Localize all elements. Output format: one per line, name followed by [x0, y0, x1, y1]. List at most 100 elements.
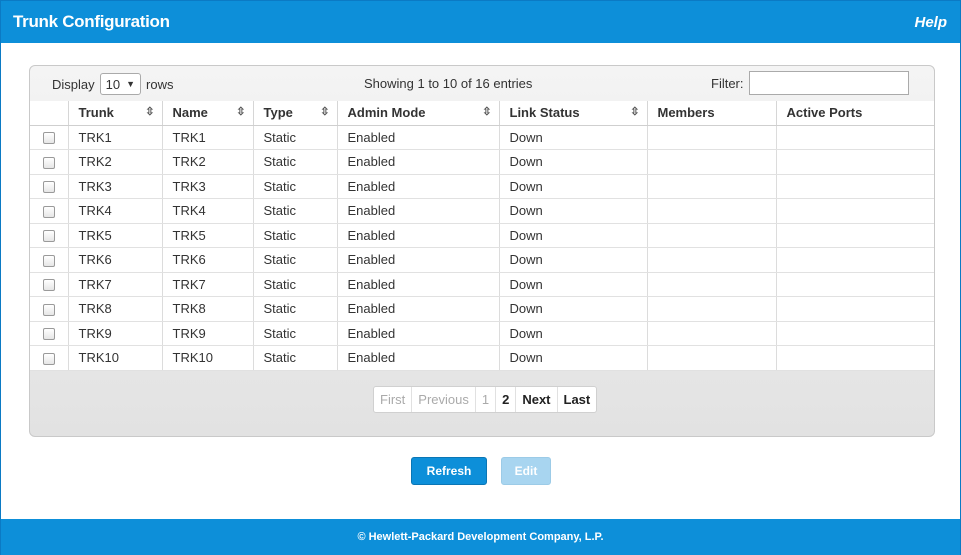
row-select-cell [30, 125, 69, 150]
cell-name: TRK2 [162, 149, 254, 175]
cell-active-ports [776, 198, 934, 224]
cell-link-status: Down [499, 125, 648, 150]
cell-members [647, 321, 777, 346]
column-header-trunk[interactable]: Trunk ⇳ [68, 101, 163, 126]
sort-icon: ⇳ [482, 106, 492, 118]
cell-name: TRK5 [162, 223, 254, 248]
cell-members [647, 149, 777, 175]
entries-info: Showing 1 to 10 of 16 entries [364, 76, 533, 91]
table-row[interactable]: TRK8 TRK8 Static Enabled Down [30, 296, 934, 322]
row-select-cell [30, 247, 69, 273]
table-row[interactable]: TRK6 TRK6 Static Enabled Down [30, 247, 934, 273]
cell-type: Static [253, 272, 338, 297]
title-bar: Trunk Configuration Help [1, 1, 960, 43]
page-title: Trunk Configuration [13, 12, 170, 31]
cell-trunk: TRK3 [68, 174, 163, 199]
cell-active-ports [776, 345, 934, 371]
row-checkbox[interactable] [42, 230, 55, 243]
cell-type: Static [253, 321, 338, 346]
trunk-table-panel: Display 10 ▼ rows Showing 1 to 10 of 16 … [29, 65, 935, 437]
cell-trunk: TRK10 [68, 345, 163, 371]
cell-type: Static [253, 223, 338, 248]
edit-button: Edit [501, 457, 551, 485]
cell-name: TRK3 [162, 174, 254, 199]
main-content: Display 10 ▼ rows Showing 1 to 10 of 16 … [1, 43, 960, 519]
sort-icon: ⇳ [320, 106, 330, 118]
column-header-link-status[interactable]: Link Status ⇳ [499, 101, 648, 126]
cell-members [647, 125, 777, 150]
table-header-row: Trunk ⇳ Name ⇳ Type ⇳ Admin Mode ⇳ Link Stat… [30, 101, 934, 126]
pagination: First Previous 1 2 Next Last [373, 386, 598, 413]
cell-link-status: Down [499, 198, 648, 224]
filter-input[interactable] [748, 71, 909, 95]
cell-type: Static [253, 296, 338, 322]
cell-name: TRK7 [162, 272, 254, 297]
row-select-cell [30, 272, 69, 297]
table-row[interactable]: TRK2 TRK2 Static Enabled Down [30, 149, 934, 175]
table-row[interactable]: TRK1 TRK1 Static Enabled Down [30, 125, 934, 150]
trunk-configuration-window: Trunk Configuration Help Display 10 ▼ ro… [0, 0, 961, 555]
cell-admin-mode: Enabled [337, 223, 500, 248]
row-checkbox[interactable] [42, 328, 55, 341]
cell-type: Static [253, 174, 338, 199]
cell-members [647, 198, 777, 224]
cell-active-ports [776, 272, 934, 297]
cell-active-ports [776, 247, 934, 273]
cell-name: TRK1 [162, 125, 254, 150]
column-header-type[interactable]: Type ⇳ [253, 101, 338, 126]
refresh-button[interactable]: Refresh [411, 457, 487, 485]
table-row[interactable]: TRK10 TRK10 Static Enabled Down [30, 345, 934, 371]
pagination-page-1: 1 [476, 387, 497, 412]
row-select-cell [30, 174, 69, 199]
cell-name: TRK10 [162, 345, 254, 371]
cell-admin-mode: Enabled [337, 321, 500, 346]
column-header-members: Members [647, 101, 777, 126]
cell-active-ports [776, 321, 934, 346]
cell-members [647, 296, 777, 322]
row-checkbox[interactable] [42, 279, 55, 292]
table-row[interactable]: TRK9 TRK9 Static Enabled Down [30, 321, 934, 346]
pagination-page-2[interactable]: 2 [496, 387, 517, 412]
sort-icon: ⇳ [236, 106, 246, 118]
cell-trunk: TRK4 [68, 198, 163, 224]
column-header-admin-mode[interactable]: Admin Mode ⇳ [337, 101, 500, 126]
table-row[interactable]: TRK5 TRK5 Static Enabled Down [30, 223, 934, 248]
cell-link-status: Down [499, 345, 648, 371]
cell-trunk: TRK8 [68, 296, 163, 322]
cell-members [647, 272, 777, 297]
page-size-select[interactable]: 10 ▼ [99, 73, 142, 95]
cell-type: Static [253, 149, 338, 175]
cell-admin-mode: Enabled [337, 296, 500, 322]
cell-admin-mode: Enabled [337, 247, 500, 273]
help-link[interactable]: Help [914, 14, 947, 31]
table-row[interactable]: TRK7 TRK7 Static Enabled Down [30, 272, 934, 297]
table-row[interactable]: TRK3 TRK3 Static Enabled Down [30, 174, 934, 199]
sort-icon: ⇳ [145, 106, 155, 118]
row-checkbox[interactable] [42, 156, 55, 169]
page-size-value: 10 [105, 76, 121, 92]
page-size-control: Display 10 ▼ rows [52, 73, 173, 95]
table-row[interactable]: TRK4 TRK4 Static Enabled Down [30, 198, 934, 224]
cell-link-status: Down [499, 321, 648, 346]
cell-admin-mode: Enabled [337, 198, 500, 224]
cell-admin-mode: Enabled [337, 174, 500, 199]
pagination-last[interactable]: Last [558, 387, 597, 412]
filter-control: Filter: [711, 71, 909, 95]
display-label: Display [52, 76, 95, 92]
row-checkbox[interactable] [42, 205, 55, 218]
cell-active-ports [776, 223, 934, 248]
cell-link-status: Down [499, 149, 648, 175]
pagination-next[interactable]: Next [516, 387, 558, 412]
row-checkbox[interactable] [42, 352, 55, 365]
row-checkbox[interactable] [42, 254, 55, 267]
row-checkbox[interactable] [42, 303, 55, 316]
row-checkbox[interactable] [42, 132, 55, 145]
row-select-cell [30, 223, 69, 248]
row-checkbox[interactable] [42, 181, 55, 194]
rows-label: rows [146, 76, 174, 92]
cell-type: Static [253, 345, 338, 371]
column-header-name[interactable]: Name ⇳ [162, 101, 254, 126]
cell-members [647, 345, 777, 371]
table-toolbar: Display 10 ▼ rows Showing 1 to 10 of 16 … [30, 66, 934, 101]
cell-link-status: Down [499, 247, 648, 273]
